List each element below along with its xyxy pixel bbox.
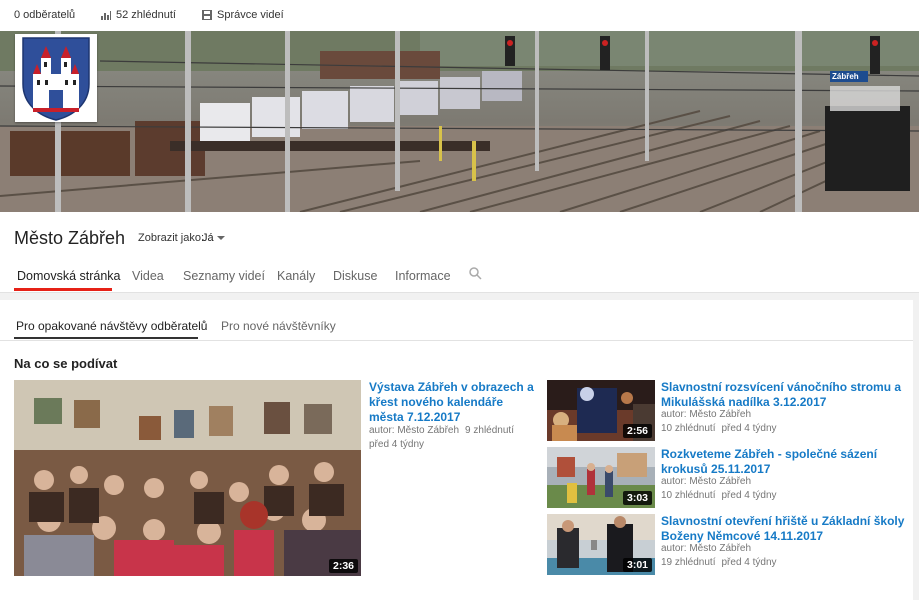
tab-about[interactable]: Informace — [395, 269, 451, 283]
tab-channels[interactable]: Kanály — [277, 269, 315, 283]
channel-title: Město Zábřeh — [14, 228, 126, 248]
section-title: Na co se podívat — [14, 356, 118, 371]
subtab-new-visitors[interactable]: Pro nové návštěvníky — [221, 319, 336, 333]
video-views: 19 zhlédnutí — [661, 557, 716, 568]
featured-video-title[interactable]: Výstava Zábřeh v obrazech a křest nového… — [369, 380, 539, 425]
video-title[interactable]: Slavnostní otevření hřiště u Základní šk… — [661, 514, 906, 544]
video-manager-link[interactable]: Správce videí — [202, 9, 284, 21]
video-views: 9 zhlédnutí — [465, 425, 514, 436]
view-as-dropdown[interactable]: Já — [202, 232, 214, 244]
tab-videos[interactable]: Videa — [132, 269, 164, 283]
video-duration: 3:03 — [622, 491, 652, 505]
view-as-label: Zobrazit jako: — [138, 232, 205, 244]
subtab-returning-subscribers[interactable]: Pro opakované návštěvy odběratelů — [16, 319, 207, 333]
video-age: před 4 týdny — [721, 423, 777, 434]
subscriber-count: 0 odběratelů — [14, 9, 75, 21]
video-age: před 4 týdny — [721, 490, 777, 501]
video-author: autor: Město Zábřeh — [661, 476, 752, 487]
video-meta: 19 zhlédnutí před 4 týdny — [661, 556, 777, 570]
video-author: autor: Město Zábřeh — [369, 425, 460, 436]
video-meta: 10 zhlédnutí před 4 týdny — [661, 489, 777, 503]
video-age: před 4 týdny — [369, 439, 425, 450]
video-duration: 3:01 — [622, 558, 652, 572]
video-manager-label: Správce videí — [217, 9, 284, 21]
video-title[interactable]: Slavnostní rozsvícení vánočního stromu a… — [661, 380, 906, 410]
tab-home[interactable]: Domovská stránka — [17, 269, 121, 283]
video-meta: 10 zhlédnutí před 4 týdny — [661, 422, 777, 436]
subscriber-count-text: 0 odběratelů — [14, 9, 76, 21]
search-icon[interactable] — [469, 267, 482, 285]
tab-discussion[interactable]: Diskuse — [333, 269, 377, 283]
video-age: před 4 týdny — [721, 557, 777, 568]
video-thumbnail[interactable]: 3:01 — [547, 514, 655, 575]
exhibition-crowd-image — [14, 380, 361, 576]
video-author: autor: Město Zábřeh — [661, 543, 752, 554]
bars-chart-icon — [101, 10, 111, 20]
featured-video-meta: autor: Město Zábřeh 9 zhlédnutí před 4 tý… — [369, 424, 544, 452]
list-item: 3:01 Slavnostní otevření hřiště u Základ… — [547, 514, 907, 576]
video-title[interactable]: Rozkveteme Zábřeh - společné sázení krok… — [661, 447, 906, 477]
video-thumbnail[interactable]: 2:56 — [547, 380, 655, 441]
city-crest-logo — [22, 37, 90, 121]
views-count-text: 52 zhlédnutí — [116, 9, 176, 21]
channel-avatar[interactable] — [15, 34, 97, 122]
channel-header: Město Zábřeh Zobrazit jako: Já Domovská … — [0, 212, 919, 293]
station-sign-text: Zábřeh — [832, 72, 859, 81]
tab-playlists[interactable]: Seznamy videí — [183, 269, 265, 283]
video-duration: 2:56 — [622, 424, 652, 438]
active-subtab-indicator — [14, 337, 198, 339]
views-stat: 52 zhlédnutí — [101, 9, 176, 21]
video-thumbnail[interactable]: 3:03 — [547, 447, 655, 508]
railway-station-photo — [0, 31, 919, 212]
video-views: 10 zhlédnutí — [661, 490, 716, 501]
video-views: 10 zhlédnutí — [661, 423, 716, 434]
home-content-panel: Pro opakované návštěvy odběratelů Pro no… — [0, 300, 913, 600]
featured-video-thumbnail[interactable]: 2:36 — [14, 380, 361, 576]
list-item: 2:56 Slavnostní rozsvícení vánočního str… — [547, 380, 907, 442]
channel-banner: Zábřeh — [0, 31, 919, 212]
divider — [0, 340, 913, 341]
video-author: autor: Město Zábřeh — [661, 409, 752, 420]
list-item: 3:03 Rozkveteme Zábřeh - společné sázení… — [547, 447, 907, 509]
film-icon — [202, 10, 212, 20]
active-tab-indicator — [14, 288, 112, 291]
video-duration: 2:36 — [328, 559, 358, 573]
caret-down-icon[interactable] — [217, 236, 225, 240]
channel-stats-bar: 0 odběratelů 52 zhlédnutí Správce videí — [0, 0, 919, 31]
